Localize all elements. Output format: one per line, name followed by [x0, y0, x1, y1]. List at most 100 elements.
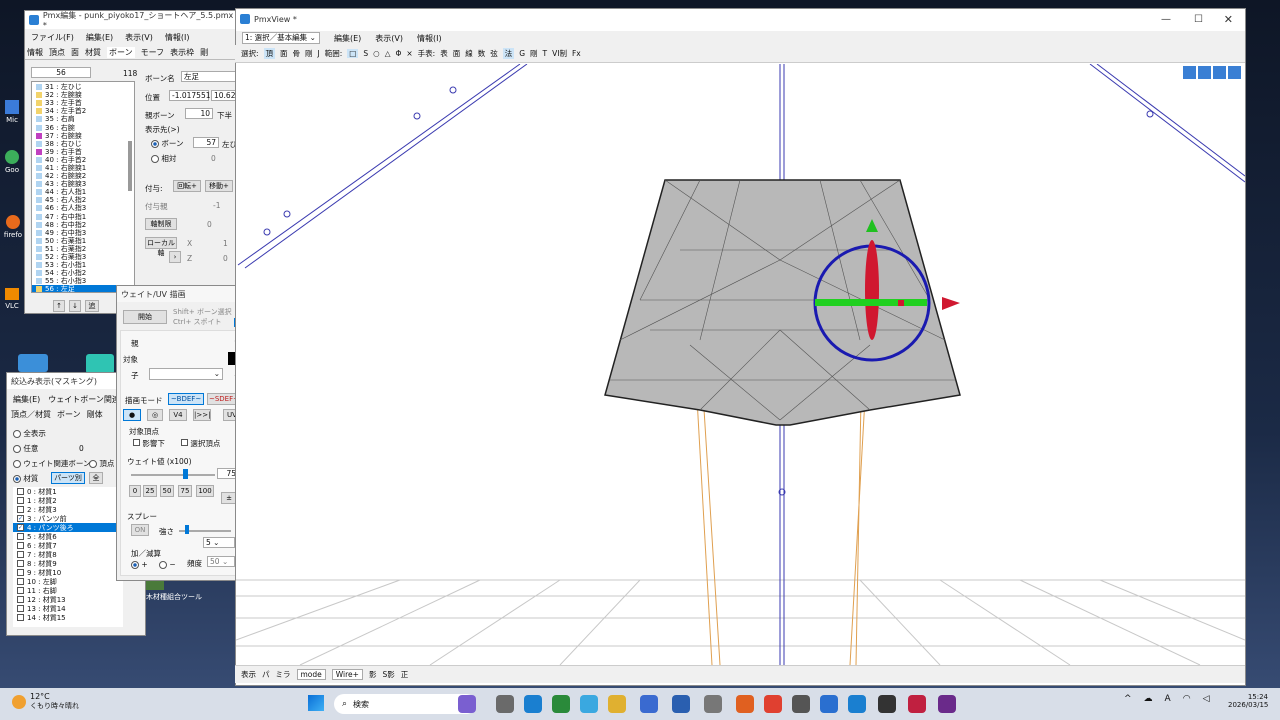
- spray-on-button[interactable]: ON: [131, 524, 149, 536]
- chrome-icon[interactable]: [764, 695, 782, 713]
- chatgpt-icon[interactable]: [704, 695, 722, 713]
- bone-list-item[interactable]: 37 : 右腕捩: [32, 132, 134, 140]
- outlook-icon[interactable]: [640, 695, 658, 713]
- rotate-grant-button[interactable]: 回転+: [173, 180, 201, 192]
- material-list-item[interactable]: 12 : 材質13: [13, 595, 123, 604]
- bone-list-item[interactable]: 35 : 右肩: [32, 115, 134, 123]
- tab-vertex-material[interactable]: 頂点／材質: [11, 409, 51, 420]
- weather-widget[interactable]: 12°C くもり時々晴れ: [12, 692, 79, 711]
- bone-list-item[interactable]: 53 : 右小指1: [32, 261, 134, 269]
- checkbox[interactable]: [17, 605, 24, 612]
- bone-list-item[interactable]: 42 : 右腕捩2: [32, 172, 134, 180]
- add-bone-button[interactable]: 追: [85, 300, 99, 312]
- toolbar-item[interactable]: ×: [406, 49, 412, 58]
- checkbox[interactable]: [17, 578, 24, 585]
- maximize-icon[interactable]: ☐: [1194, 14, 1203, 25]
- menu-edit[interactable]: 編集(E): [13, 394, 40, 405]
- mode-select[interactable]: 1: 選択／基本編集 ⌄: [242, 32, 320, 44]
- terminal-icon[interactable]: [792, 695, 810, 713]
- material-list-item[interactable]: 9 : 材質10: [13, 568, 123, 577]
- desktop-icon-google[interactable]: Goo: [2, 150, 22, 174]
- relative-radio[interactable]: 相対: [151, 153, 176, 164]
- toolbar-item[interactable]: T: [543, 49, 548, 58]
- bone-list[interactable]: 31 : 左ひじ 32 : 左腕捩 33 : 左手首 34 : 左手首2 35 : 右肩…: [31, 81, 135, 293]
- bone-list-item[interactable]: 31 : 左ひじ: [32, 83, 134, 91]
- desktop-icon-firefox[interactable]: firefo: [2, 215, 24, 239]
- toolbar-item[interactable]: 剛: [305, 48, 313, 59]
- github-icon[interactable]: [878, 695, 896, 713]
- toolbar-item[interactable]: 頂: [263, 48, 276, 59]
- menu-info[interactable]: 情報(I): [417, 33, 442, 44]
- radio-button[interactable]: [131, 561, 139, 569]
- radio-button[interactable]: [13, 445, 21, 453]
- bone-list-item[interactable]: 48 : 右中指2: [32, 221, 134, 229]
- start-button[interactable]: 開始: [123, 310, 167, 324]
- display-bone-field[interactable]: 57: [193, 137, 219, 148]
- edge-icon[interactable]: [524, 695, 542, 713]
- bottom-toolbar-item[interactable]: ミラ: [276, 669, 291, 680]
- desktop-app-icon[interactable]: [86, 354, 114, 374]
- material-list-item[interactable]: 0 : 材質1: [13, 487, 123, 496]
- checkbox[interactable]: [17, 506, 24, 513]
- checkbox[interactable]: [17, 614, 24, 621]
- strength-slider-thumb[interactable]: [185, 525, 189, 534]
- pmx-icon[interactable]: [938, 695, 956, 713]
- option-vertex[interactable]: 頂点: [89, 458, 114, 469]
- bottom-toolbar-item[interactable]: 表示: [241, 669, 256, 680]
- frequency-select[interactable]: 50 ⌄: [207, 556, 235, 567]
- checkbox[interactable]: [17, 533, 24, 540]
- store-icon[interactable]: [580, 695, 598, 713]
- menu-view[interactable]: 表示(V): [125, 32, 153, 43]
- circle-tool-button[interactable]: ◎: [147, 409, 163, 421]
- ime-indicator[interactable]: A: [1165, 694, 1171, 704]
- radio-button[interactable]: [89, 460, 97, 468]
- brush-tool-button[interactable]: ●: [123, 409, 141, 421]
- material-list[interactable]: 0 : 材質1 1 : 材質2 2 : 材質3 ✓ 3 : パンツ前 ✓ 4 : パンツ後ろ…: [13, 487, 123, 627]
- desktop-icon-mic[interactable]: Mic: [2, 100, 22, 124]
- bone-list-scrollbar[interactable]: [128, 141, 132, 191]
- material-list-item[interactable]: ✓ 3 : パンツ前: [13, 514, 123, 523]
- preset-100-button[interactable]: 100: [196, 485, 214, 497]
- radio-button[interactable]: [13, 430, 21, 438]
- selected-vertex-checkbox[interactable]: 選択頂点: [181, 438, 220, 449]
- bottom-toolbar-item[interactable]: S影: [382, 669, 394, 680]
- menu-view[interactable]: 表示(V): [375, 33, 403, 44]
- tab-vertex[interactable]: 頂点: [49, 47, 65, 58]
- bone-radio[interactable]: ボーン: [151, 138, 184, 149]
- local-axis-small-button[interactable]: ›: [169, 251, 181, 263]
- bone-list-item[interactable]: 36 : 右腕: [32, 123, 134, 132]
- pan-icon[interactable]: [1183, 66, 1196, 79]
- move-up-button[interactable]: ↑: [53, 300, 65, 312]
- material-list-item[interactable]: 6 : 材質7: [13, 541, 123, 550]
- toolbar-item[interactable]: 剛: [530, 48, 538, 59]
- plus-radio[interactable]: +: [131, 560, 148, 569]
- toolbar-item[interactable]: 線: [465, 48, 473, 59]
- option-weight-bone[interactable]: ウェイト関連ボーン: [13, 458, 91, 469]
- menu-edit[interactable]: 編集(E): [334, 33, 361, 44]
- toolbar-item[interactable]: Φ: [395, 49, 401, 58]
- volume-icon[interactable]: ◁: [1203, 694, 1210, 704]
- vi-toggle[interactable]: VI制: [552, 48, 567, 59]
- position-y-field[interactable]: 10.623: [211, 90, 237, 101]
- option-any[interactable]: 任意: [13, 443, 38, 454]
- radio-button[interactable]: [13, 460, 21, 468]
- radio-button[interactable]: [151, 155, 159, 163]
- preset-0-button[interactable]: 0: [129, 485, 141, 497]
- bottom-toolbar-item[interactable]: パ: [262, 669, 270, 680]
- cloud-icon[interactable]: ☁: [1144, 694, 1153, 704]
- vscode-icon[interactable]: [820, 695, 838, 713]
- weight-slider-track[interactable]: [131, 474, 215, 476]
- bone-list-item[interactable]: 38 : 右ひじ: [32, 140, 134, 148]
- view-nav-icons[interactable]: [1183, 66, 1241, 79]
- all-button[interactable]: 全: [89, 472, 103, 484]
- move-grant-button[interactable]: 移動+: [205, 180, 233, 192]
- bottom-toolbar-item[interactable]: mode: [296, 669, 326, 680]
- material-list-item[interactable]: 11 : 右脚: [13, 586, 123, 595]
- app-icon[interactable]: [848, 695, 866, 713]
- 3d-viewport[interactable]: [236, 64, 1245, 665]
- tab-bone[interactable]: ボーン: [107, 47, 135, 58]
- toolbar-item[interactable]: 面: [280, 48, 288, 59]
- bone-list-item[interactable]: 51 : 右薬指2: [32, 245, 134, 253]
- checkbox[interactable]: [17, 497, 24, 504]
- minimize-icon[interactable]: —: [1161, 14, 1171, 25]
